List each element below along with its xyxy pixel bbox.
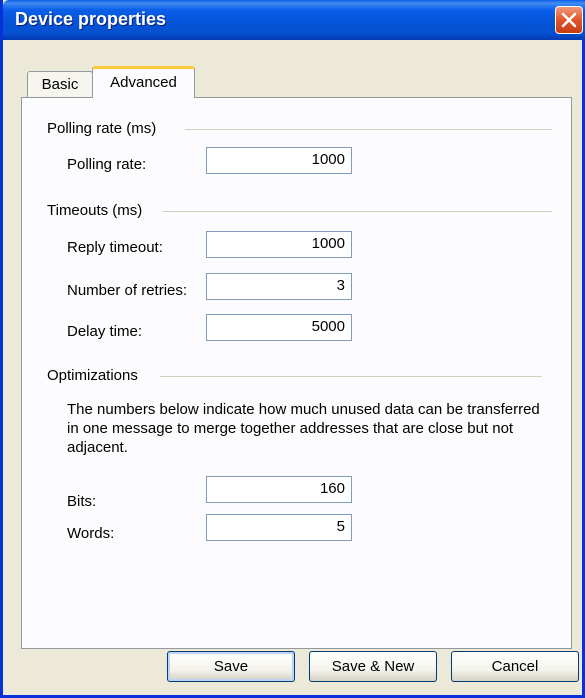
polling-group-divider [185, 129, 552, 130]
save-and-new-button[interactable]: Save & New [309, 651, 437, 682]
words-field[interactable]: 5 [206, 514, 352, 541]
cancel-button[interactable]: Cancel [451, 651, 579, 682]
tab-basic[interactable]: Basic [27, 71, 93, 97]
title-bar[interactable]: Device properties [3, 0, 585, 40]
optimizations-group-divider [160, 376, 542, 377]
reply-timeout-field[interactable]: 1000 [206, 231, 352, 258]
optimizations-description: The numbers below indicate how much unus… [67, 401, 540, 456]
close-icon [561, 12, 577, 28]
reply-timeout-label: Reply timeout: [67, 239, 163, 256]
delay-time-label: Delay time: [67, 323, 143, 340]
number-of-retries-field[interactable]: 3 [206, 273, 352, 300]
delay-time-field[interactable]: 5000 [206, 314, 352, 341]
close-button[interactable] [555, 6, 583, 34]
save-button[interactable]: Save [167, 651, 295, 682]
tab-advanced[interactable]: Advanced [92, 66, 195, 98]
polling-group-label: Polling rate (ms) [47, 120, 157, 137]
number-of-retries-label: Number of retries: [67, 282, 188, 299]
bits-field[interactable]: 160 [206, 476, 352, 503]
bits-label: Bits: [67, 493, 97, 510]
timeouts-group-divider [163, 211, 552, 212]
polling-rate-field[interactable]: 1000 [206, 147, 352, 174]
words-label: Words: [67, 525, 115, 542]
polling-rate-label: Polling rate: [67, 156, 147, 173]
window-title: Device properties [15, 9, 167, 29]
timeouts-group-label: Timeouts (ms) [47, 202, 143, 219]
optimizations-group-label: Optimizations [47, 367, 138, 384]
